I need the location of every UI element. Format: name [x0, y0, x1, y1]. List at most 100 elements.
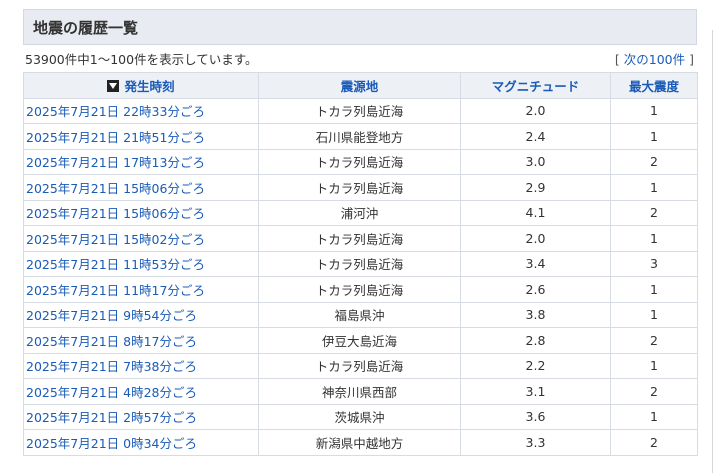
cell-magnitude: 3.6	[460, 403, 611, 430]
cell-magnitude: 2.0	[460, 225, 611, 252]
cell-epicenter: 福島県沖	[258, 301, 461, 328]
quake-time-link[interactable]: 2025年7月21日 15時02分ごろ	[26, 232, 205, 247]
table-row: 2025年7月21日 8時17分ごろ 伊豆大島近海 2.8 2	[23, 327, 698, 354]
cell-epicenter: トカラ列島近海	[258, 174, 461, 201]
quake-time-link[interactable]: 2025年7月21日 4時28分ごろ	[26, 385, 197, 400]
table-header-row: 発生時刻 震源地 マグニチュード 最大震度	[23, 72, 698, 99]
cell-time: 2025年7月21日 4時28分ごろ	[23, 378, 259, 405]
cell-epicenter: 伊豆大島近海	[258, 327, 461, 354]
cell-magnitude: 3.0	[460, 148, 611, 175]
cell-time: 2025年7月21日 17時13分ごろ	[23, 148, 259, 175]
table-row: 2025年7月21日 9時54分ごろ 福島県沖 3.8 1	[23, 301, 698, 328]
table-row: 2025年7月21日 15時06分ごろ トカラ列島近海 2.9 1	[23, 174, 698, 201]
cell-magnitude: 2.9	[460, 174, 611, 201]
cell-epicenter: 神奈川県西部	[258, 378, 461, 405]
cell-time: 2025年7月21日 2時57分ごろ	[23, 403, 259, 430]
cell-time: 2025年7月21日 7時38分ごろ	[23, 352, 259, 379]
column-header-time-label[interactable]: 発生時刻	[124, 79, 174, 94]
cell-time: 2025年7月21日 15時06分ごろ	[23, 199, 259, 226]
cell-magnitude: 2.0	[460, 97, 611, 124]
table-row: 2025年7月21日 17時13分ごろ トカラ列島近海 3.0 2	[23, 148, 698, 175]
page-scroll-edge	[708, 0, 716, 473]
section-title-bar: 地震の履歴一覧	[23, 9, 697, 45]
cell-epicenter: トカラ列島近海	[258, 352, 461, 379]
cell-magnitude: 3.8	[460, 301, 611, 328]
table-row: 2025年7月21日 11時17分ごろ トカラ列島近海 2.6 1	[23, 276, 698, 303]
cell-intensity: 1	[610, 225, 698, 252]
column-header-magnitude[interactable]: マグニチュード	[460, 72, 611, 99]
cell-epicenter: 新潟県中越地方	[258, 429, 461, 456]
cell-time: 2025年7月21日 11時53分ごろ	[23, 250, 259, 277]
quake-time-link[interactable]: 2025年7月21日 2時57分ごろ	[26, 410, 197, 425]
result-summary: 53900件中1～100件を表示しています。	[25, 52, 258, 67]
quake-time-link[interactable]: 2025年7月21日 11時17分ごろ	[26, 283, 205, 298]
table-row: 2025年7月21日 7時38分ごろ トカラ列島近海 2.2 1	[23, 352, 698, 379]
quake-time-link[interactable]: 2025年7月21日 15時06分ごろ	[26, 181, 205, 196]
cell-time: 2025年7月21日 11時17分ごろ	[23, 276, 259, 303]
column-header-epicenter[interactable]: 震源地	[258, 72, 461, 99]
quake-time-link[interactable]: 2025年7月21日 9時54分ごろ	[26, 308, 197, 323]
table-row: 2025年7月21日 2時57分ごろ 茨城県沖 3.6 1	[23, 403, 698, 430]
cell-magnitude: 2.6	[460, 276, 611, 303]
cell-epicenter: トカラ列島近海	[258, 97, 461, 124]
cell-time: 2025年7月21日 9時54分ごろ	[23, 301, 259, 328]
cell-intensity: 1	[610, 276, 698, 303]
cell-intensity: 1	[610, 403, 698, 430]
column-header-time[interactable]: 発生時刻	[23, 72, 259, 99]
cell-magnitude: 2.2	[460, 352, 611, 379]
cell-intensity: 1	[610, 97, 698, 124]
quake-time-link[interactable]: 2025年7月21日 22時33分ごろ	[26, 104, 205, 119]
cell-epicenter: 浦河沖	[258, 199, 461, 226]
cell-time: 2025年7月21日 21時51分ごろ	[23, 123, 259, 150]
sort-descending-icon[interactable]	[107, 79, 120, 92]
quake-time-link[interactable]: 2025年7月21日 21時51分ごろ	[26, 130, 205, 145]
cell-intensity: 1	[610, 123, 698, 150]
cell-intensity: 2	[610, 199, 698, 226]
cell-intensity: 1	[610, 301, 698, 328]
table-row: 2025年7月21日 15時02分ごろ トカラ列島近海 2.0 1	[23, 225, 698, 252]
cell-epicenter: トカラ列島近海	[258, 250, 461, 277]
cell-time: 2025年7月21日 15時02分ごろ	[23, 225, 259, 252]
cell-epicenter: トカラ列島近海	[258, 225, 461, 252]
pagination: [ 次の100件 ]	[615, 49, 694, 68]
table-row: 2025年7月21日 4時28分ごろ 神奈川県西部 3.1 2	[23, 378, 698, 405]
cell-epicenter: トカラ列島近海	[258, 276, 461, 303]
quake-time-link[interactable]: 2025年7月21日 8時17分ごろ	[26, 334, 197, 349]
cell-time: 2025年7月21日 8時17分ごろ	[23, 327, 259, 354]
cell-intensity: 2	[610, 148, 698, 175]
table-body: 2025年7月21日 22時33分ごろ トカラ列島近海 2.0 1 2025年7月21日…	[23, 97, 698, 456]
table-row: 2025年7月21日 0時34分ごろ 新潟県中越地方 3.3 2	[23, 429, 698, 456]
table-row: 2025年7月21日 15時06分ごろ 浦河沖 4.1 2	[23, 199, 698, 226]
cell-intensity: 1	[610, 352, 698, 379]
cell-magnitude: 3.3	[460, 429, 611, 456]
cell-magnitude: 4.1	[460, 199, 611, 226]
cell-intensity: 2	[610, 378, 698, 405]
quake-time-link[interactable]: 2025年7月21日 0時34分ごろ	[26, 436, 197, 451]
quake-time-link[interactable]: 2025年7月21日 17時13分ごろ	[26, 155, 205, 170]
quake-time-link[interactable]: 2025年7月21日 7時38分ごろ	[26, 359, 197, 374]
next-page-link[interactable]: 次の100件	[624, 52, 685, 67]
column-header-intensity[interactable]: 最大震度	[610, 72, 698, 99]
page-title: 地震の履歴一覧	[33, 18, 139, 37]
cell-magnitude: 2.4	[460, 123, 611, 150]
cell-magnitude: 3.1	[460, 378, 611, 405]
cell-epicenter: 石川県能登地方	[258, 123, 461, 150]
quake-time-link[interactable]: 2025年7月21日 11時53分ごろ	[26, 257, 205, 272]
cell-epicenter: 茨城県沖	[258, 403, 461, 430]
quake-time-link[interactable]: 2025年7月21日 15時06分ごろ	[26, 206, 205, 221]
table-row: 2025年7月21日 22時33分ごろ トカラ列島近海 2.0 1	[23, 97, 698, 124]
cell-epicenter: トカラ列島近海	[258, 148, 461, 175]
pagination-bracket-close: ]	[685, 52, 694, 67]
pagination-bracket-open: [	[614, 52, 624, 67]
table-row: 2025年7月21日 21時51分ごろ 石川県能登地方 2.4 1	[23, 123, 698, 150]
cell-intensity: 2	[610, 327, 698, 354]
cell-magnitude: 2.8	[460, 327, 611, 354]
cell-intensity: 2	[610, 429, 698, 456]
cell-time: 2025年7月21日 15時06分ごろ	[23, 174, 259, 201]
table-row: 2025年7月21日 11時53分ごろ トカラ列島近海 3.4 3	[23, 250, 698, 277]
cell-intensity: 1	[610, 174, 698, 201]
earthquake-table: 発生時刻 震源地 マグニチュード 最大震度 2025年7月21日 22時33分ご…	[23, 72, 698, 456]
cell-time: 2025年7月21日 0時34分ごろ	[23, 429, 259, 456]
cell-intensity: 3	[610, 250, 698, 277]
cell-magnitude: 3.4	[460, 250, 611, 277]
